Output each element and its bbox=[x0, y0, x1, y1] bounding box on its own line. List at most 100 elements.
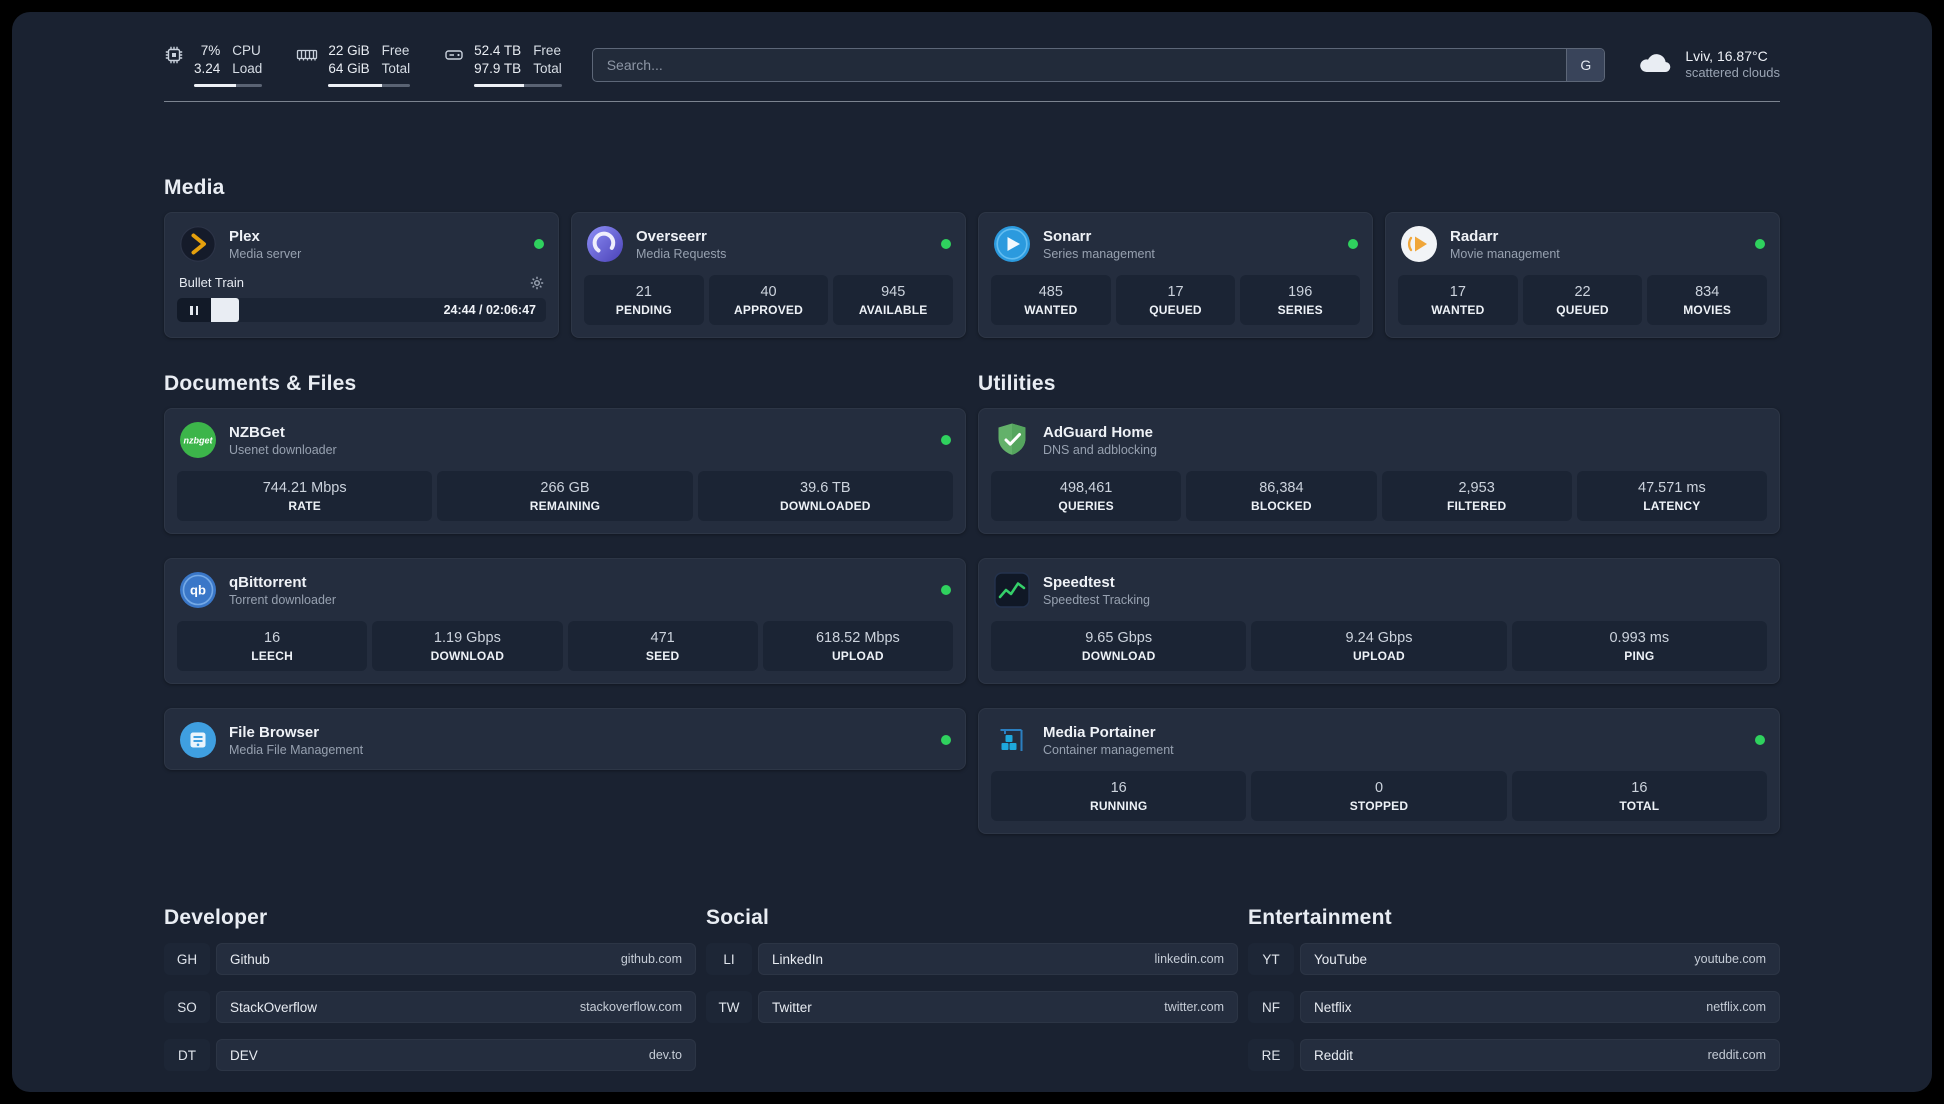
cpu-load-value: 3.24 bbox=[194, 61, 221, 77]
stat-label: DOWNLOAD bbox=[1081, 649, 1156, 664]
search-input[interactable] bbox=[592, 48, 1567, 81]
search-provider-button[interactable]: G bbox=[1566, 48, 1605, 81]
status-dot bbox=[1755, 239, 1765, 250]
service-description: Media Requests bbox=[636, 246, 727, 261]
service-name: Media Portainer bbox=[1043, 723, 1156, 741]
stat-tile: 834 MOVIES bbox=[1647, 275, 1768, 326]
seek-bar[interactable]: 24:44 / 02:06:47 bbox=[177, 298, 546, 323]
stat-tile: 744.21 Mbps RATE bbox=[177, 471, 433, 522]
stat-tile: 40 APPROVED bbox=[708, 275, 829, 326]
social-bookmarks: Social LI LinkedIn linkedin.com TW Twitt… bbox=[706, 906, 1238, 1024]
disk-free-value: 52.4 TB bbox=[474, 43, 522, 58]
disk-total-value: 97.9 TB bbox=[474, 61, 522, 77]
service-link-qbittorrent[interactable]: qb qBittorrent Torrent downloader bbox=[165, 559, 965, 619]
service-link-nzbget[interactable]: nzbget NZBGet Usenet downloader bbox=[165, 409, 965, 469]
bookmark-youtube[interactable]: YT YouTube youtube.com bbox=[1248, 943, 1780, 976]
cloud-icon bbox=[1635, 48, 1675, 81]
service-description: Usenet downloader bbox=[229, 442, 337, 457]
resource-widgets: 7% 3.24 CPU Load 22 GiB 64 GiB Free Tota… bbox=[164, 42, 562, 88]
weather-location: Lviv, 16.87°C bbox=[1685, 48, 1768, 65]
service-name: qBittorrent bbox=[229, 573, 307, 591]
disk-usage-bar bbox=[474, 84, 562, 88]
service-link-speedtest[interactable]: Speedtest Speedtest Tracking bbox=[979, 559, 1779, 619]
service-name: Speedtest bbox=[1043, 573, 1115, 591]
bookmark-name: Twitter bbox=[772, 999, 812, 1015]
stat-tile: 1.19 Gbps DOWNLOAD bbox=[372, 621, 563, 672]
service-link-portainer[interactable]: Media Portainer Container management bbox=[979, 709, 1779, 769]
memory-total-value: 64 GiB bbox=[328, 61, 370, 77]
service-link-radarr[interactable]: Radarr Movie management bbox=[1386, 213, 1779, 273]
nzbget-icon: nzbget bbox=[179, 421, 217, 459]
stat-tile: 9.65 Gbps DOWNLOAD bbox=[991, 621, 1247, 672]
developer-bookmarks: Developer GH Github github.com SO StackO… bbox=[164, 906, 696, 1072]
bookmark-abbr: SO bbox=[164, 991, 210, 1024]
stat-tile: 16 TOTAL bbox=[1511, 771, 1767, 822]
bookmark-name: YouTube bbox=[1314, 951, 1368, 967]
bookmark-github[interactable]: GH Github github.com bbox=[164, 943, 696, 976]
stat-label: LEECH bbox=[251, 649, 293, 664]
group-title-developer: Developer bbox=[164, 906, 268, 930]
adguard-icon bbox=[993, 421, 1031, 459]
group-title-entertainment: Entertainment bbox=[1248, 906, 1392, 930]
pause-button[interactable] bbox=[177, 298, 211, 323]
bookmark-url: twitter.com bbox=[1164, 1000, 1224, 1015]
service-link-sonarr[interactable]: Sonarr Series management bbox=[979, 213, 1372, 273]
stat-value: 16 bbox=[1110, 780, 1127, 797]
bookmark-reddit[interactable]: RE Reddit reddit.com bbox=[1248, 1039, 1780, 1072]
service-description: Media server bbox=[229, 246, 302, 261]
search-form[interactable]: G bbox=[591, 47, 1606, 82]
stat-value: 47.571 ms bbox=[1638, 480, 1706, 497]
disk-free-label: Free bbox=[533, 43, 561, 58]
memory-icon bbox=[296, 45, 318, 65]
stat-value: 39.6 TB bbox=[800, 480, 851, 497]
group-title-documents: Documents & Files bbox=[164, 372, 357, 396]
cpu-percent: 7% bbox=[200, 43, 221, 58]
service-link-filebrowser[interactable]: File Browser Media File Management bbox=[165, 709, 965, 769]
stat-tile: 17 QUEUED bbox=[1115, 275, 1236, 326]
plex-now-playing-widget: Bullet Train 24:44 / 02:06:47 bbox=[165, 273, 558, 334]
documents-section: Documents & Files nzbget NZBGet Usenet d… bbox=[164, 372, 966, 771]
stat-label: FILTERED bbox=[1446, 499, 1507, 514]
bookmark-netflix[interactable]: NF Netflix netflix.com bbox=[1248, 991, 1780, 1024]
media-section: Media Plex Media server Bullet Train 24:… bbox=[164, 176, 1780, 339]
group-title-media: Media bbox=[164, 176, 225, 200]
status-dot bbox=[941, 435, 951, 446]
bookmark-abbr: LI bbox=[706, 943, 752, 976]
service-card-radarr: Radarr Movie management 17 WANTED 22 QUE… bbox=[1385, 212, 1780, 339]
stat-value: 17 bbox=[1449, 284, 1466, 301]
stat-label: PING bbox=[1624, 649, 1655, 664]
bookmark-abbr: TW bbox=[706, 991, 752, 1024]
gear-icon[interactable] bbox=[530, 276, 544, 290]
cpu-label: CPU bbox=[232, 43, 261, 58]
status-dot bbox=[941, 239, 951, 250]
stat-tile: 22 QUEUED bbox=[1522, 275, 1643, 326]
stat-tile: 39.6 TB DOWNLOADED bbox=[697, 471, 953, 522]
svg-text:qb: qb bbox=[190, 583, 206, 598]
memory-total-label: Total bbox=[381, 61, 411, 77]
bookmark-twitter[interactable]: TW Twitter twitter.com bbox=[706, 991, 1238, 1024]
stat-value: 9.65 Gbps bbox=[1085, 630, 1153, 647]
stat-value: 266 GB bbox=[540, 480, 590, 497]
overseerr-icon bbox=[586, 225, 624, 263]
stat-label: RUNNING bbox=[1089, 799, 1148, 814]
service-card-qbittorrent: qb qBittorrent Torrent downloader 16 LEE… bbox=[164, 558, 966, 685]
bookmark-linkedin[interactable]: LI LinkedIn linkedin.com bbox=[706, 943, 1238, 976]
service-link-adguard[interactable]: AdGuard Home DNS and adblocking bbox=[979, 409, 1779, 469]
qbittorrent-icon: qb bbox=[179, 571, 217, 609]
stat-value: 744.21 Mbps bbox=[262, 480, 347, 497]
bookmark-stackoverflow[interactable]: SO StackOverflow stackoverflow.com bbox=[164, 991, 696, 1024]
stat-value: 22 bbox=[1574, 284, 1591, 301]
service-description: Speedtest Tracking bbox=[1043, 592, 1151, 607]
cpu-load-label: Load bbox=[232, 61, 263, 77]
bookmark-name: LinkedIn bbox=[772, 951, 824, 967]
bookmark-dev[interactable]: DT DEV dev.to bbox=[164, 1039, 696, 1072]
service-link-plex[interactable]: Plex Media server bbox=[165, 213, 558, 273]
stat-label: QUERIES bbox=[1058, 499, 1114, 514]
bookmark-name: Reddit bbox=[1314, 1047, 1354, 1063]
service-card-nzbget: nzbget NZBGet Usenet downloader 744.21 M… bbox=[164, 408, 966, 535]
bookmark-url: youtube.com bbox=[1694, 952, 1766, 967]
group-title-utilities: Utilities bbox=[978, 372, 1056, 396]
service-description: DNS and adblocking bbox=[1043, 442, 1157, 457]
stat-tile: 17 WANTED bbox=[1398, 275, 1518, 326]
service-link-overseerr[interactable]: Overseerr Media Requests bbox=[572, 213, 965, 273]
